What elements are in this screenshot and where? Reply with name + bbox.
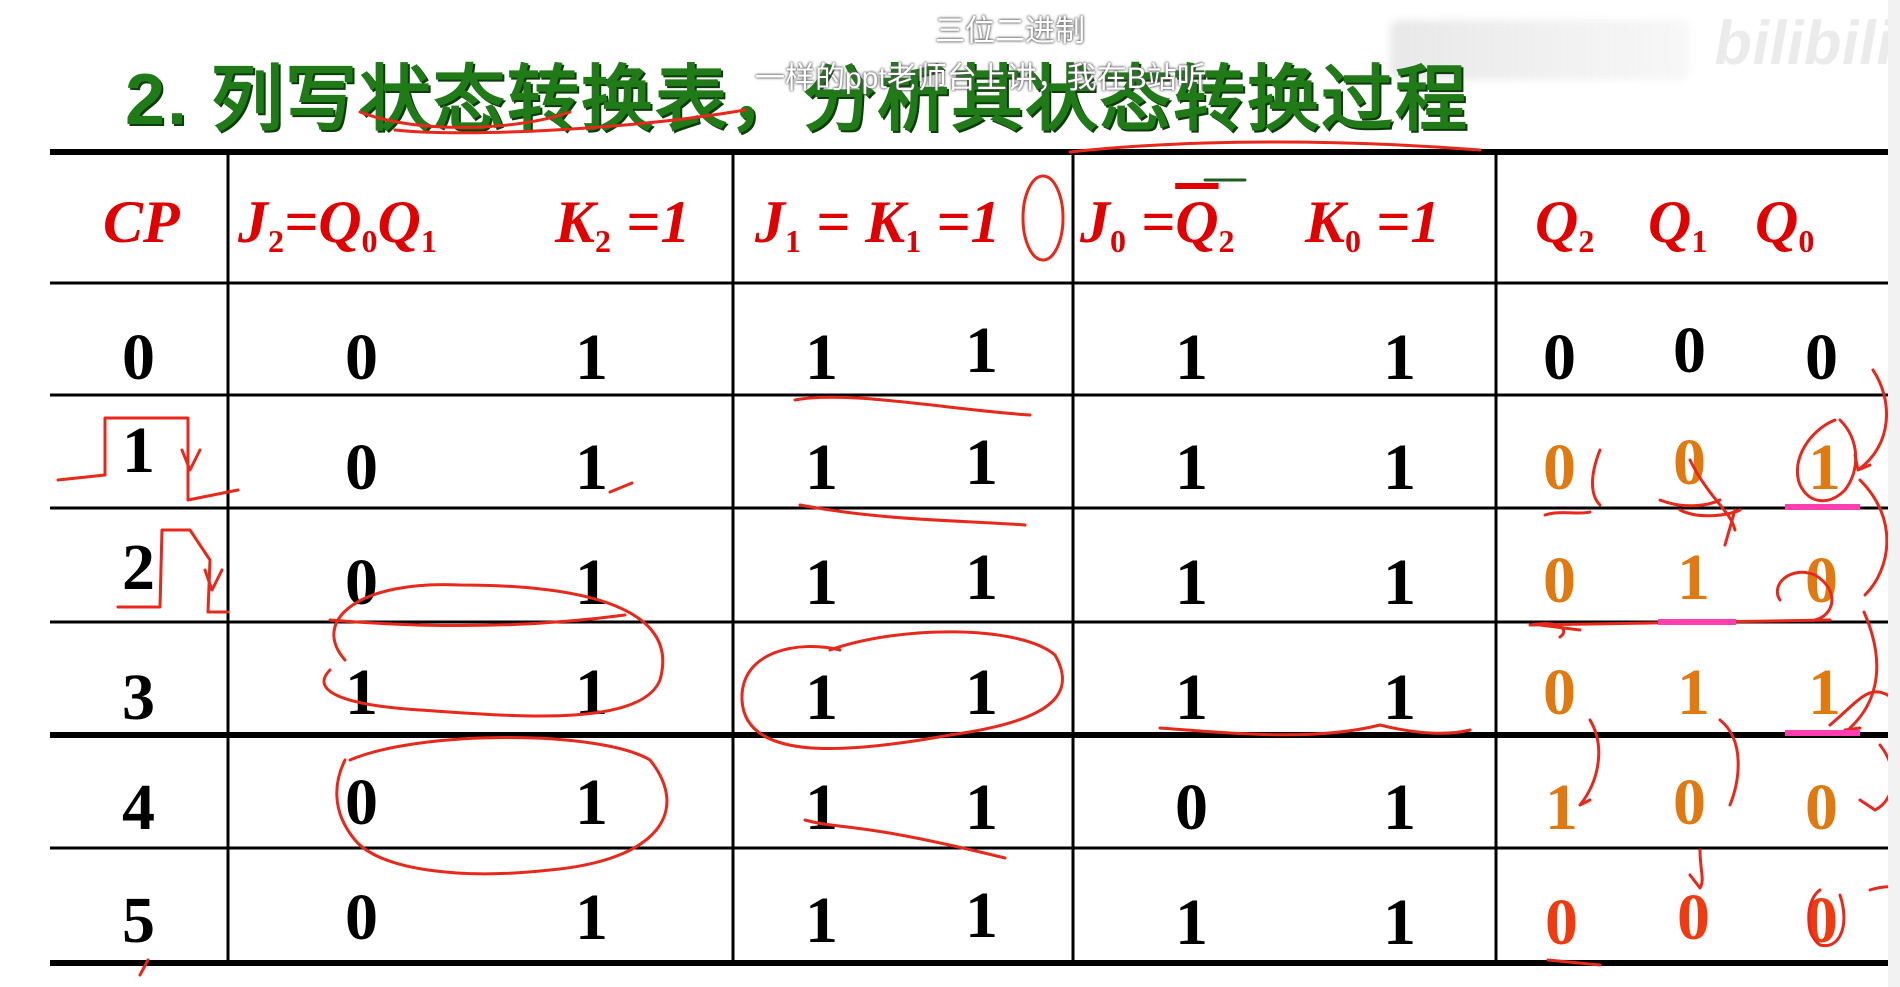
right-edge-strip xyxy=(1888,0,1900,987)
highlight-bars xyxy=(1658,504,1860,736)
